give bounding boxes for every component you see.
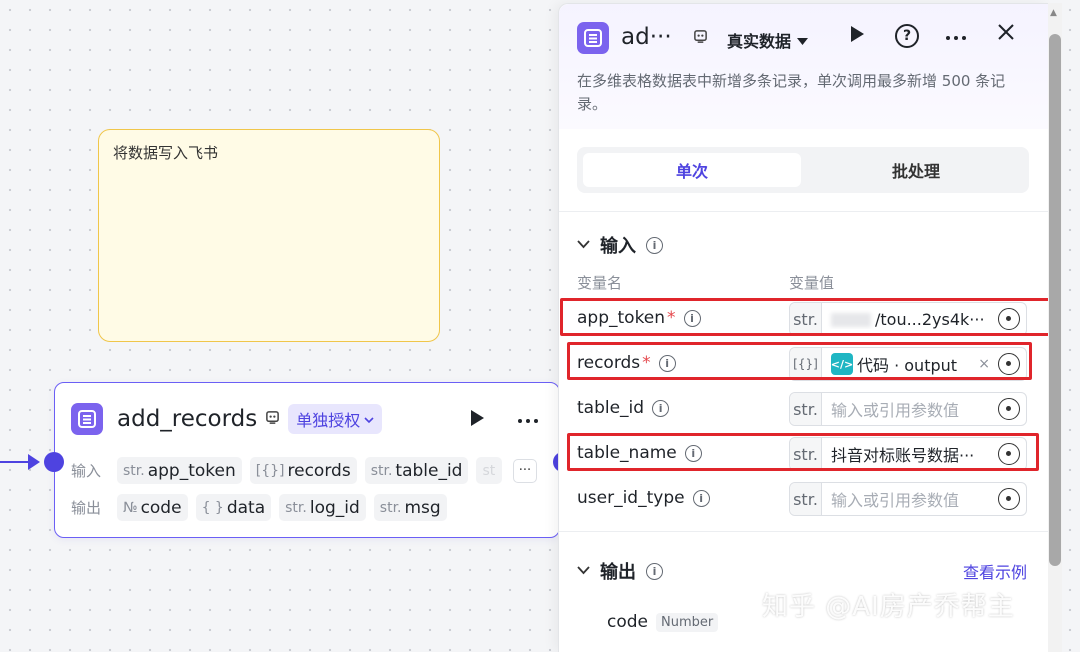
panel-title[interactable]: ad··· — [621, 24, 672, 50]
simulate-icon — [265, 410, 280, 429]
scroll-up-arrow-icon[interactable]: ▲ — [1050, 8, 1057, 18]
column-header-name: 变量名 — [577, 274, 623, 292]
watermark-text: 知乎 @AI房产乔帮主 — [762, 592, 1015, 622]
more-inputs-button[interactable]: ··· — [513, 458, 537, 483]
panel-description: 在多维表格数据表中新增多条记录，单次调用最多新增 500 条记录。 — [577, 72, 1006, 113]
input-chip-app-token: str. app_token — [117, 457, 242, 484]
reference-variable-icon[interactable] — [998, 488, 1020, 510]
output-chip-msg: str. msg — [373, 494, 447, 521]
help-icon[interactable]: ? — [895, 24, 919, 48]
input-section-title: 输入 — [600, 236, 636, 257]
output-row-label: 输出 — [71, 499, 102, 517]
input-chip-records: [{}] records — [249, 457, 357, 484]
run-node-button[interactable] — [469, 409, 485, 432]
auth-dropdown[interactable]: 单独授权 — [288, 404, 383, 434]
type-badge: str. — [790, 393, 822, 425]
data-mode-dropdown[interactable]: 真实数据 — [727, 28, 809, 52]
sticky-note[interactable]: 将数据写入飞书 — [98, 129, 440, 342]
auth-label: 单独授权 — [296, 411, 361, 430]
table-app-icon — [71, 403, 103, 435]
add-records-node[interactable]: add_records 单独授权 输入 str. app_token [{}] re… — [54, 382, 560, 538]
param-row-table-id: table_id i str. 输入或引用参数值 — [577, 392, 1029, 426]
highlight-box-records — [567, 342, 1032, 380]
reference-variable-icon[interactable] — [998, 398, 1020, 420]
node-input-port[interactable] — [44, 452, 64, 472]
info-icon[interactable]: i — [652, 399, 670, 417]
input-chip-table-id: str. table_id — [364, 457, 469, 484]
param-name: user_id_type i — [577, 488, 710, 508]
node-input-row: 输入 str. app_token [{}] records str. table_i… — [71, 457, 543, 484]
panel-header: ad··· 真实数据 ? 在多维表格数据表中新增多条记录，单次调用最多新增 50… — [559, 4, 1049, 129]
node-title: add_records — [117, 406, 258, 432]
simulate-icon — [693, 29, 708, 48]
input-section-header[interactable]: 输入 i — [577, 232, 663, 258]
tab-single[interactable]: 单次 — [583, 153, 801, 187]
type-badge: Number — [656, 612, 719, 632]
tab-batch[interactable]: 批处理 — [809, 153, 1023, 187]
data-mode-label: 真实数据 — [727, 32, 792, 51]
param-row-user-id-type: user_id_type i str. 输入或引用参数值 — [577, 482, 1029, 516]
scrollbar-thumb[interactable] — [1049, 34, 1061, 566]
table-id-placeholder: 输入或引用参数值 — [831, 401, 960, 420]
info-icon[interactable]: i — [692, 489, 710, 507]
chevron-down-icon — [577, 238, 590, 253]
view-example-link[interactable]: 查看示例 — [963, 559, 1027, 583]
divider — [559, 211, 1049, 212]
output-chip-code: № code — [117, 494, 188, 521]
divider — [559, 531, 1049, 532]
run-mode-tabs: 单次 批处理 — [577, 147, 1029, 193]
table-app-icon — [577, 22, 609, 54]
info-icon[interactable]: i — [646, 562, 663, 580]
highlight-box-table-name — [567, 433, 1039, 471]
param-name: table_id i — [577, 398, 670, 418]
node-more-button[interactable] — [517, 405, 539, 429]
input-chip-truncated: st — [476, 457, 503, 484]
output-field-code: code Number — [607, 612, 719, 632]
caret-down-icon — [797, 31, 809, 50]
highlight-box-app-token — [560, 298, 1054, 336]
close-icon[interactable] — [997, 22, 1015, 47]
info-icon[interactable]: i — [646, 236, 663, 254]
output-chip-data: { } data — [195, 494, 272, 521]
test-run-button[interactable] — [849, 24, 865, 48]
user-id-type-field[interactable]: str. 输入或引用参数值 — [789, 482, 1027, 516]
user-id-type-placeholder: 输入或引用参数值 — [831, 491, 960, 510]
type-badge: str. — [790, 483, 822, 515]
panel-more-button[interactable] — [945, 22, 967, 47]
note-text: 将数据写入飞书 — [113, 144, 219, 162]
chevron-down-icon — [577, 564, 590, 579]
edge-arrow-icon — [28, 454, 40, 470]
table-id-field[interactable]: str. 输入或引用参数值 — [789, 392, 1027, 426]
output-chip-log-id: str. log_id — [279, 494, 366, 521]
chevron-down-icon — [364, 410, 374, 429]
node-output-row: 输出 № code { } data str. log_id str. msg — [71, 494, 543, 521]
output-section-header[interactable]: 输出 i — [577, 558, 663, 584]
column-header-value: 变量值 — [789, 274, 835, 292]
output-section-title: 输出 — [600, 562, 636, 583]
input-row-label: 输入 — [71, 462, 102, 480]
